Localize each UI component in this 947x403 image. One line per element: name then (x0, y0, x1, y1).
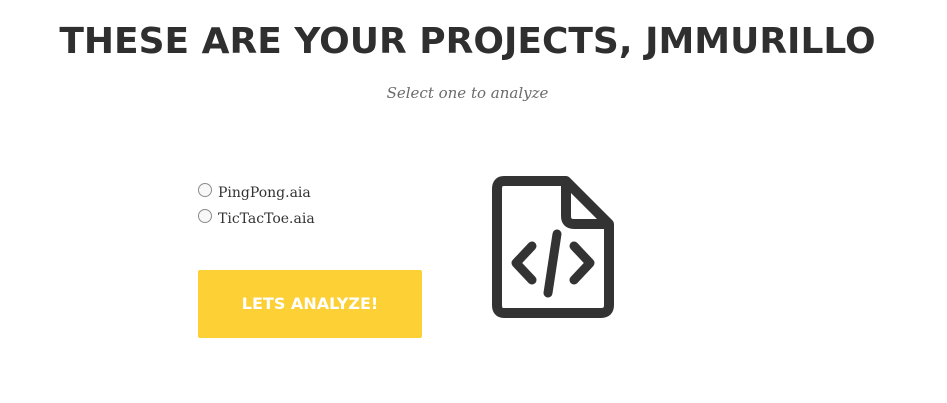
project-option-pingpong[interactable]: PingPong.aia (198, 180, 438, 206)
project-radio-pingpong[interactable] (198, 183, 212, 197)
file-code-icon (492, 176, 614, 318)
project-option-tictactoe[interactable]: TicTacToe.aia (198, 206, 438, 232)
project-list: PingPong.aia TicTacToe.aia (198, 180, 438, 232)
project-radio-tictactoe[interactable] (198, 209, 212, 223)
project-label: PingPong.aia (218, 185, 311, 201)
page-title: THESE ARE YOUR PROJECTS, JMMURILLO (59, 21, 876, 62)
page-subtitle: Select one to analyze (386, 84, 549, 102)
analyze-button[interactable]: LETS ANALYZE! (198, 270, 422, 338)
page: THESE ARE YOUR PROJECTS, JMMURILLO Selec… (0, 0, 947, 403)
project-label: TicTacToe.aia (218, 211, 315, 227)
